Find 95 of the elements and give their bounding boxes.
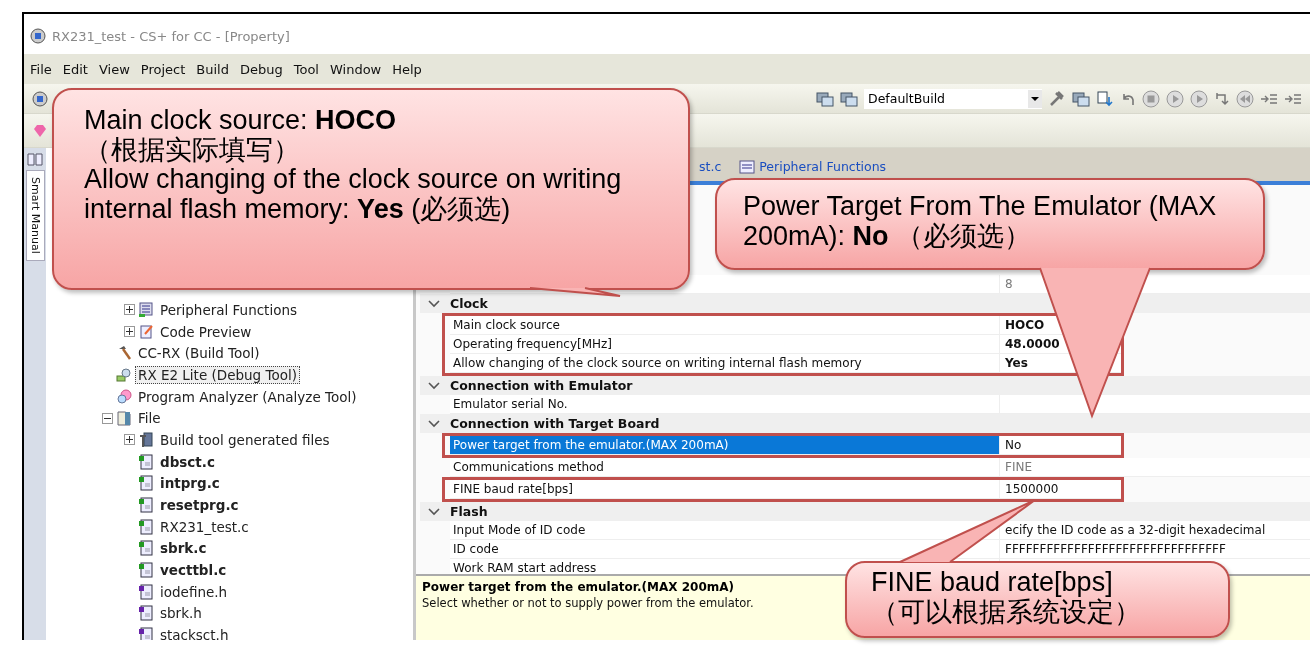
menu-item[interactable]: File (30, 61, 52, 77)
source-file-icon (138, 475, 154, 492)
description-title: Power target from the emulator.(MAX 200mA) (422, 580, 735, 594)
file-stack-icon (138, 431, 154, 448)
source-file-icon (138, 518, 154, 535)
tree-item[interactable]: Program Analyzer (Analyze Tool) (135, 387, 360, 406)
menu-item[interactable]: View (98, 61, 130, 77)
property-name[interactable]: ID code (453, 542, 499, 556)
callout-text: （可以根据系统设定） (871, 597, 1142, 628)
category-label: Flash (450, 504, 488, 519)
menu-item[interactable]: Debug (239, 61, 283, 77)
caret-icon[interactable] (1028, 89, 1042, 108)
folder-icon (116, 410, 132, 427)
tree-item[interactable]: sbrk.c (157, 539, 210, 558)
category-label: Connection with Target Board (450, 416, 660, 431)
app-logo-icon[interactable] (32, 90, 48, 107)
callout-text: Main clock source: HOCO (84, 106, 398, 136)
tree-item[interactable]: RX231_test.c (157, 517, 252, 536)
play-icon[interactable] (1166, 89, 1184, 108)
tree-item[interactable]: iodefine.h (157, 582, 231, 601)
chip-grid-icon (138, 301, 154, 318)
book-icon (27, 152, 43, 166)
tree-item[interactable]: File (135, 409, 164, 428)
source-file-icon (138, 453, 154, 470)
tree-item[interactable]: Code Preview (157, 322, 255, 341)
menu-item[interactable]: Build (196, 61, 229, 77)
menu-item[interactable]: Help (392, 61, 422, 77)
tree-item[interactable]: vecttbl.c (157, 561, 230, 580)
source-file-icon (138, 562, 154, 579)
property-value[interactable]: Yes (1005, 356, 1028, 370)
editor-tab[interactable]: st.c (694, 157, 727, 176)
tree-item[interactable]: sbrk.h (157, 604, 205, 623)
window-title: RX231_test - CS+ for CC - [Property] (52, 28, 290, 44)
description-text: Select whether or not to supply power from the emulator. (422, 596, 754, 610)
callout-text: Power Target From The Emulator (MAX 200mA): No （必须选） (743, 192, 1218, 252)
tree-item[interactable]: RX E2 Lite (Debug Tool) (135, 365, 300, 384)
callout-text: （根据实际填写） (84, 135, 301, 166)
callout-text: Allow changing of the clock source on writing internal flash memory: Yes (必须选) (84, 165, 623, 225)
property-value[interactable]: HOCO (1005, 318, 1045, 332)
property-value[interactable]: No (1005, 438, 1022, 452)
app-logo-icon (30, 28, 46, 44)
property-name[interactable]: FINE baud rate[bps] (453, 482, 574, 496)
tree-item[interactable]: dbsct.c (157, 452, 218, 471)
property-value[interactable]: ecify the ID code as a 32-digit hexadecimal (1005, 523, 1266, 537)
step-icon[interactable] (1214, 90, 1230, 107)
menu-item[interactable]: Project (140, 61, 186, 77)
property-name[interactable]: Input Mode of ID code (453, 523, 586, 537)
category-label: Clock (450, 296, 488, 311)
menu-item[interactable]: Edit (62, 61, 88, 77)
hammer-icon[interactable] (1048, 89, 1066, 108)
callout-text: FINE baud rate[bps] (871, 568, 1114, 598)
menu-item[interactable]: Window (329, 61, 382, 77)
tree-item[interactable]: CC-RX (Build Tool) (135, 344, 263, 363)
download-icon[interactable] (1096, 90, 1114, 107)
tree-item[interactable]: Peripheral Functions (157, 300, 301, 319)
chip-grid-icon (739, 159, 756, 174)
stop-icon[interactable] (1142, 89, 1160, 108)
play-icon[interactable] (1190, 89, 1208, 108)
header-file-icon (138, 583, 154, 600)
source-file-icon (138, 540, 154, 557)
chevron-icon[interactable] (428, 380, 440, 391)
category-label: Connection with Emulator (450, 378, 633, 393)
property-value[interactable]: 48.0000 (1005, 337, 1060, 351)
tree-item[interactable]: stacksct.h (157, 626, 232, 640)
header-file-icon (138, 605, 154, 622)
menu-item[interactable]: Tool (293, 61, 319, 77)
property-name[interactable]: Work RAM start address (453, 561, 597, 574)
source-file-icon (138, 497, 154, 514)
magnifier-board-icon (116, 366, 132, 383)
chevron-icon[interactable] (428, 298, 440, 309)
property-value[interactable]: FFFFFFFFFFFFFFFFFFFFFFFFFFFFFFFF (1005, 542, 1226, 556)
header-file-icon (138, 627, 154, 640)
build-icon[interactable] (1072, 90, 1090, 107)
tree-item[interactable]: resetprg.c (157, 496, 242, 515)
chevron-icon[interactable] (428, 506, 440, 517)
tree-item[interactable]: intprg.c (157, 474, 223, 493)
property-name[interactable]: Emulator serial No. (453, 397, 568, 411)
property-category[interactable]: Connection with Emulator (420, 376, 1310, 395)
gem-icon[interactable] (32, 122, 48, 139)
chevron-icon[interactable] (428, 418, 440, 429)
property-name[interactable]: Allow changing of the clock source on writing internal flash memory (453, 356, 862, 370)
tree-item[interactable]: Build tool generated files (157, 430, 333, 449)
magnifier-chart-icon (116, 388, 132, 405)
property-name[interactable]: Main clock source (453, 318, 560, 332)
property-category[interactable]: Flash (420, 502, 1310, 521)
property-category[interactable]: Connection with Target Board (420, 414, 1310, 433)
rewind-icon[interactable] (1236, 89, 1254, 108)
property-value[interactable]: 1500000 (1005, 482, 1059, 496)
property-name[interactable]: Operating frequency[MHz] (453, 337, 613, 351)
build-icon[interactable] (840, 90, 858, 107)
build-mode-dropdown[interactable]: DefaultBuild (864, 88, 1042, 109)
build-icon[interactable] (816, 90, 834, 107)
document-pencil-icon (138, 323, 154, 340)
editor-tab[interactable]: Peripheral Functions (734, 157, 892, 176)
side-tab[interactable]: Smart Manual (25, 170, 45, 261)
